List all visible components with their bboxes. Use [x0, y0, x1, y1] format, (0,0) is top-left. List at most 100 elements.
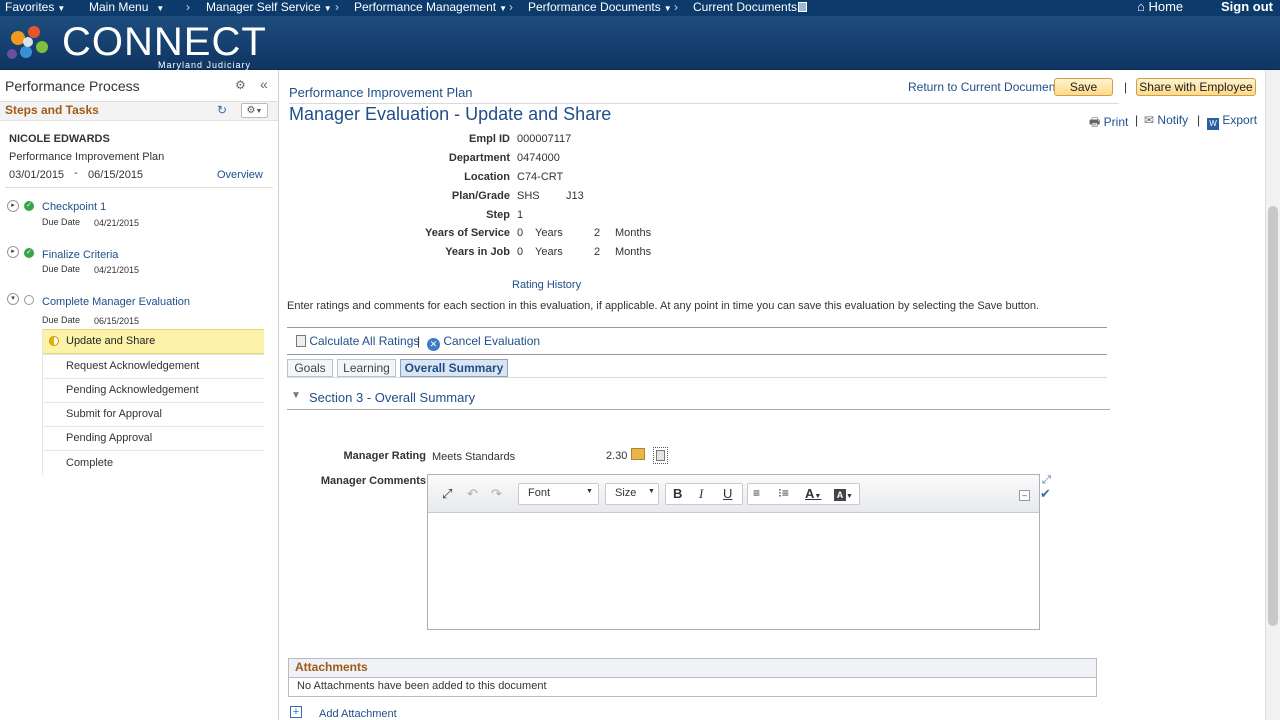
in-progress-icon	[49, 336, 59, 346]
breadcrumb-separator-icon: ›	[674, 0, 678, 14]
years-in-job-label: Years in Job	[445, 246, 510, 258]
divider	[42, 329, 43, 475]
save-button[interactable]: Save	[1054, 78, 1113, 96]
redo-icon[interactable]: ↷	[491, 486, 502, 502]
gear-icon[interactable]: ⚙	[235, 78, 246, 92]
location-value: C74-CRT	[517, 171, 564, 183]
collapse-step-icon[interactable]: ▾	[7, 293, 19, 305]
task-update-and-share[interactable]: Update and Share	[66, 335, 155, 347]
size-select[interactable]: Size ▼	[605, 483, 659, 505]
tab-goals[interactable]: Goals	[287, 359, 333, 377]
undo-icon[interactable]: ↶	[467, 486, 478, 502]
expand-icon[interactable]: ▸	[7, 200, 19, 212]
background-color-icon[interactable]: A ▼	[834, 486, 853, 501]
step-checkpoint-1[interactable]: Checkpoint 1	[42, 201, 106, 213]
export-link[interactable]: W Export	[1207, 113, 1257, 130]
task-complete[interactable]: Complete	[66, 457, 113, 469]
overview-link[interactable]: Overview	[217, 169, 263, 181]
rating-details-icon[interactable]	[631, 448, 645, 460]
rating-history-link[interactable]: Rating History	[512, 279, 581, 291]
plan-name: Performance Improvement Plan	[9, 151, 165, 163]
manager-comments-label: Manager Comments	[320, 475, 426, 487]
performance-documents-menu[interactable]: Performance Documents ▼	[528, 0, 672, 14]
calculate-rating-button[interactable]	[653, 447, 668, 464]
collapse-section-icon[interactable]: ▼	[291, 390, 301, 401]
maximize-icon[interactable]: ⤢	[442, 486, 452, 502]
chevron-down-icon: ▼	[663, 4, 672, 13]
print-label: Print	[1103, 115, 1129, 129]
pending-icon	[24, 295, 34, 305]
chevron-down-icon: ▼	[323, 4, 332, 13]
font-select[interactable]: Font ▼	[518, 483, 599, 505]
home-link[interactable]: ⌂ Home	[1137, 0, 1183, 14]
calculator-icon	[656, 450, 665, 461]
cancel-icon: ✕	[427, 338, 440, 351]
scrollbar-thumb[interactable]	[1268, 206, 1278, 626]
divider	[42, 378, 264, 379]
step-complete-manager-evaluation[interactable]: Complete Manager Evaluation	[42, 296, 190, 308]
mail-icon: ✉	[1144, 113, 1155, 127]
vertical-scrollbar[interactable]	[1265, 70, 1280, 720]
years-in-job-months: 2	[594, 246, 601, 258]
add-attachment-link[interactable]: Add Attachment	[319, 708, 397, 720]
empl-id-value: 000007117	[517, 133, 572, 145]
task-pending-acknowledgement[interactable]: Pending Acknowledgement	[66, 384, 199, 396]
logo-icon	[7, 26, 48, 59]
months-word: Months	[615, 227, 652, 239]
bold-icon[interactable]: B	[673, 486, 682, 501]
main-menu[interactable]: Main Menu ▼	[89, 0, 164, 14]
chevron-down-icon: ▼	[156, 4, 165, 13]
breadcrumb-separator-icon: ›	[509, 0, 513, 14]
share-with-employee-button[interactable]: Share with Employee	[1136, 78, 1256, 96]
export-label: Export	[1222, 113, 1258, 127]
task-pending-approval[interactable]: Pending Approval	[66, 432, 152, 444]
years-of-service-label: Years of Service	[424, 227, 510, 239]
divider	[5, 187, 273, 188]
breadcrumb-separator-icon: ›	[335, 0, 339, 14]
collapse-toolbar-icon[interactable]: –	[1019, 490, 1030, 501]
divider	[287, 377, 1107, 378]
underline-icon[interactable]: U	[723, 486, 732, 501]
check-icon: ✓	[24, 248, 34, 258]
add-icon[interactable]: +	[290, 706, 302, 718]
favorites-menu[interactable]: Favorites ▼	[5, 0, 65, 14]
years-word: Years	[535, 246, 563, 258]
numbered-list-icon[interactable]: ≡	[753, 486, 760, 500]
performance-management-menu[interactable]: Performance Management ▼	[354, 0, 507, 14]
collapse-icon[interactable]: «	[260, 76, 268, 92]
current-documents-menu[interactable]: Current Documents	[693, 0, 808, 14]
task-submit-for-approval[interactable]: Submit for Approval	[66, 408, 162, 420]
text-color-icon[interactable]: A▼	[805, 486, 821, 501]
logo-subtitle: Maryland Judiciary	[158, 60, 252, 70]
italic-icon[interactable]: I	[699, 486, 703, 502]
calculate-all-ratings-link[interactable]: Calculate All Ratings	[296, 334, 419, 348]
step-finalize-criteria[interactable]: Finalize Criteria	[42, 249, 118, 261]
divider	[42, 450, 264, 451]
refresh-icon[interactable]: ↻	[217, 103, 227, 117]
favorites-label: Favorites	[5, 0, 55, 14]
editor-text-area[interactable]	[429, 514, 1038, 629]
settings-dropdown[interactable]: ⚙▼	[241, 103, 268, 118]
notify-link[interactable]: ✉ Notify	[1144, 113, 1188, 127]
sign-out-link[interactable]: Sign out	[1221, 0, 1273, 14]
bulleted-list-icon[interactable]: ⁝≡	[778, 486, 789, 500]
location-label: Location	[464, 171, 510, 183]
years-in-job-years: 0	[517, 246, 524, 258]
manager-self-service-menu[interactable]: Manager Self Service ▼	[206, 0, 332, 14]
gear-icon: ⚙	[246, 105, 256, 116]
print-link[interactable]: 🖶 Print	[1089, 113, 1128, 134]
plan-grade-label: Plan/Grade	[451, 190, 510, 202]
end-date: 06/15/2015	[88, 169, 144, 181]
cancel-evaluation-link[interactable]: ✕ Cancel Evaluation	[427, 334, 540, 351]
separator: |	[1135, 113, 1139, 127]
expand-icon[interactable]: ▸	[7, 246, 19, 258]
return-to-current-documents-link[interactable]: Return to Current Documents	[908, 80, 1065, 94]
divider	[287, 354, 1107, 355]
divider	[42, 426, 264, 427]
tab-learning[interactable]: Learning	[337, 359, 396, 377]
spell-check-icon[interactable]: ✔	[1040, 486, 1051, 502]
divider	[287, 409, 1110, 410]
task-request-acknowledgement[interactable]: Request Acknowledgement	[66, 360, 199, 372]
calculate-all-ratings-label: Calculate All Ratings	[309, 334, 420, 348]
tab-overall-summary[interactable]: Overall Summary	[400, 359, 508, 377]
